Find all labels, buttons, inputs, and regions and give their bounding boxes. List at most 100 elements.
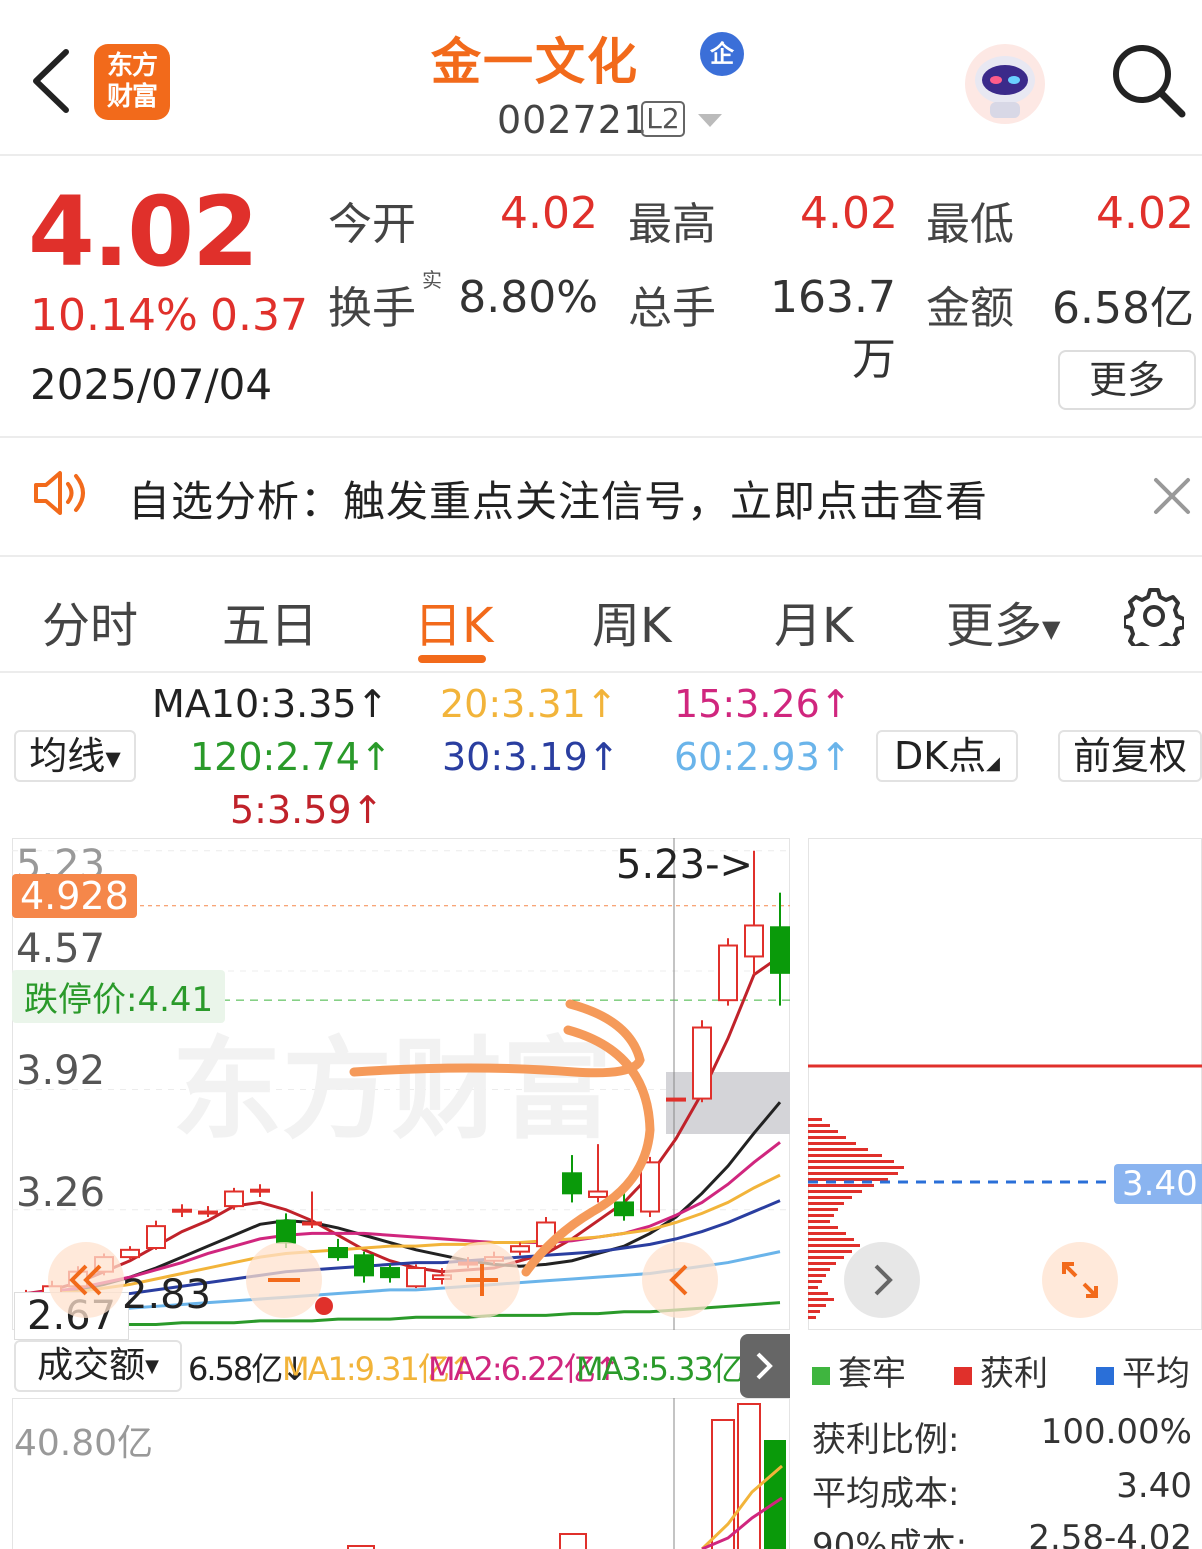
volume-indicator-selector[interactable]: 成交额▼ — [14, 1340, 182, 1392]
chip-bar — [808, 1136, 846, 1139]
plus-icon — [466, 1264, 498, 1296]
legend-average: 平均 — [1096, 1346, 1190, 1395]
double-chevron-left-icon — [69, 1264, 102, 1296]
change-amount: 0.37 — [210, 290, 308, 341]
tab-intraday[interactable]: 分时 — [42, 586, 138, 656]
chevron-right-icon — [756, 1352, 773, 1380]
caret-down-icon: ▼ — [145, 1356, 159, 1377]
back-arrow-icon[interactable] — [28, 46, 76, 116]
legend-profit-label: 获利 — [980, 1354, 1048, 1394]
dk-point-button[interactable]: DK点◢ — [876, 730, 1018, 782]
ma5-value: 5:3.59↑ — [230, 788, 384, 832]
chevron-right-icon — [874, 1264, 893, 1296]
turnover-label: 换手 — [328, 283, 416, 334]
legend-average-label: 平均 — [1122, 1354, 1190, 1394]
level2-badge[interactable]: L2 — [641, 101, 685, 137]
chip-bar — [808, 1268, 830, 1271]
scroll-left-fast-button[interactable] — [48, 1242, 124, 1318]
amount-value: 6.58亿 — [1052, 283, 1194, 334]
tab-more[interactable]: 更多▼ — [946, 586, 1060, 656]
quote-date: 2025/07/04 — [30, 360, 273, 409]
avg-cost-label: 平均成本: — [812, 1474, 960, 1514]
more-button[interactable]: 更多 — [1058, 350, 1196, 410]
caret-down-icon: ▼ — [105, 746, 121, 771]
volume-selector-label: 成交额 — [37, 1345, 146, 1386]
chip-bar — [808, 1190, 862, 1193]
chip-bar — [808, 1292, 828, 1295]
notice-text[interactable]: 自选分析：触发重点关注信号，立即点击查看 — [128, 468, 988, 529]
legend-profit: 获利 — [954, 1346, 1048, 1395]
chip-bar — [808, 1280, 822, 1283]
stock-name: 金一文化 — [431, 33, 639, 91]
candle-body — [302, 1221, 322, 1226]
y-label-3: 3.92 — [16, 1048, 106, 1094]
chip-bar — [808, 1160, 894, 1163]
chip-bar — [808, 1154, 882, 1157]
dk-point-label: DK点 — [893, 734, 987, 778]
tab-monthly-k[interactable]: 月K — [774, 586, 853, 656]
candle-body — [198, 1210, 218, 1215]
chip-bar — [808, 1226, 838, 1229]
legend-swatch-blue — [1096, 1366, 1114, 1385]
zoom-out-button[interactable] — [246, 1242, 322, 1318]
logo-text-top: 东方 — [106, 51, 158, 81]
candle-body — [224, 1190, 244, 1208]
chip-bar — [808, 1202, 844, 1205]
avg-cost-value: 3.40 — [1116, 1466, 1192, 1506]
tab-more-label: 更多 — [946, 598, 1043, 654]
gear-icon[interactable] — [1124, 586, 1184, 646]
chip-bar — [808, 1184, 874, 1187]
scroll-left-button[interactable] — [642, 1242, 718, 1318]
profit-ratio-value: 100.00% — [1040, 1412, 1192, 1452]
chip-bar — [808, 1172, 898, 1175]
chip-bar — [808, 1316, 816, 1319]
candle-body — [640, 1161, 660, 1213]
cost90-label: 90%成本: — [812, 1526, 968, 1549]
collapse-panel-button[interactable] — [844, 1242, 920, 1318]
chip-bar — [808, 1130, 838, 1133]
turnover-value: 8.80% — [458, 272, 598, 323]
ma-selector[interactable]: 均线▼ — [14, 730, 136, 782]
tab-weekly-k[interactable]: 周K — [592, 586, 671, 656]
candle-body — [354, 1254, 374, 1277]
chevron-down-icon[interactable] — [698, 114, 722, 127]
candle-body — [770, 926, 790, 974]
ma15-value: 15:3.26↑ — [674, 682, 852, 726]
current-price-tag: 4.928 — [12, 874, 137, 918]
chip-bar — [808, 1142, 856, 1145]
chip-bar — [808, 1232, 846, 1235]
volume-next-button[interactable] — [740, 1334, 790, 1398]
app-logo[interactable]: 东方 财富 — [94, 44, 170, 120]
expand-button[interactable] — [1042, 1242, 1118, 1318]
chip-bar — [808, 1124, 830, 1127]
zoom-in-button[interactable] — [444, 1242, 520, 1318]
chip-bar — [808, 1196, 852, 1199]
candle-body — [276, 1219, 296, 1244]
robot-avatar-icon[interactable] — [960, 40, 1050, 126]
chevron-left-icon — [669, 1264, 688, 1296]
close-icon[interactable] — [1150, 474, 1194, 518]
volume-ma3: MA3:5.33亿↑ — [576, 1350, 769, 1388]
candle-body — [666, 1097, 686, 1102]
open-label: 今开 — [328, 199, 416, 250]
ma20-value: 20:3.31↑ — [440, 682, 618, 726]
search-icon[interactable] — [1108, 40, 1188, 120]
adjust-button[interactable]: 前复权 — [1058, 730, 1202, 782]
candle — [692, 1020, 712, 1103]
logo-text-bottom: 财富 — [106, 82, 158, 112]
candle — [718, 938, 738, 1006]
cost90-value: 2.58-4.02 — [1028, 1518, 1192, 1549]
divider — [0, 436, 1202, 438]
y-label-2: 4.57 — [16, 926, 106, 972]
tab-five-day[interactable]: 五日 — [222, 586, 318, 656]
candle — [406, 1264, 426, 1289]
candle-body — [172, 1208, 192, 1213]
high-value: 4.02 — [800, 188, 898, 239]
tab-daily-k[interactable]: 日K — [414, 586, 493, 656]
candle-body — [744, 924, 764, 958]
chip-bar — [808, 1166, 904, 1169]
candle-body — [588, 1190, 608, 1198]
chip-bar — [808, 1286, 818, 1289]
candle-body — [718, 944, 738, 1002]
chip-bar — [808, 1298, 834, 1301]
